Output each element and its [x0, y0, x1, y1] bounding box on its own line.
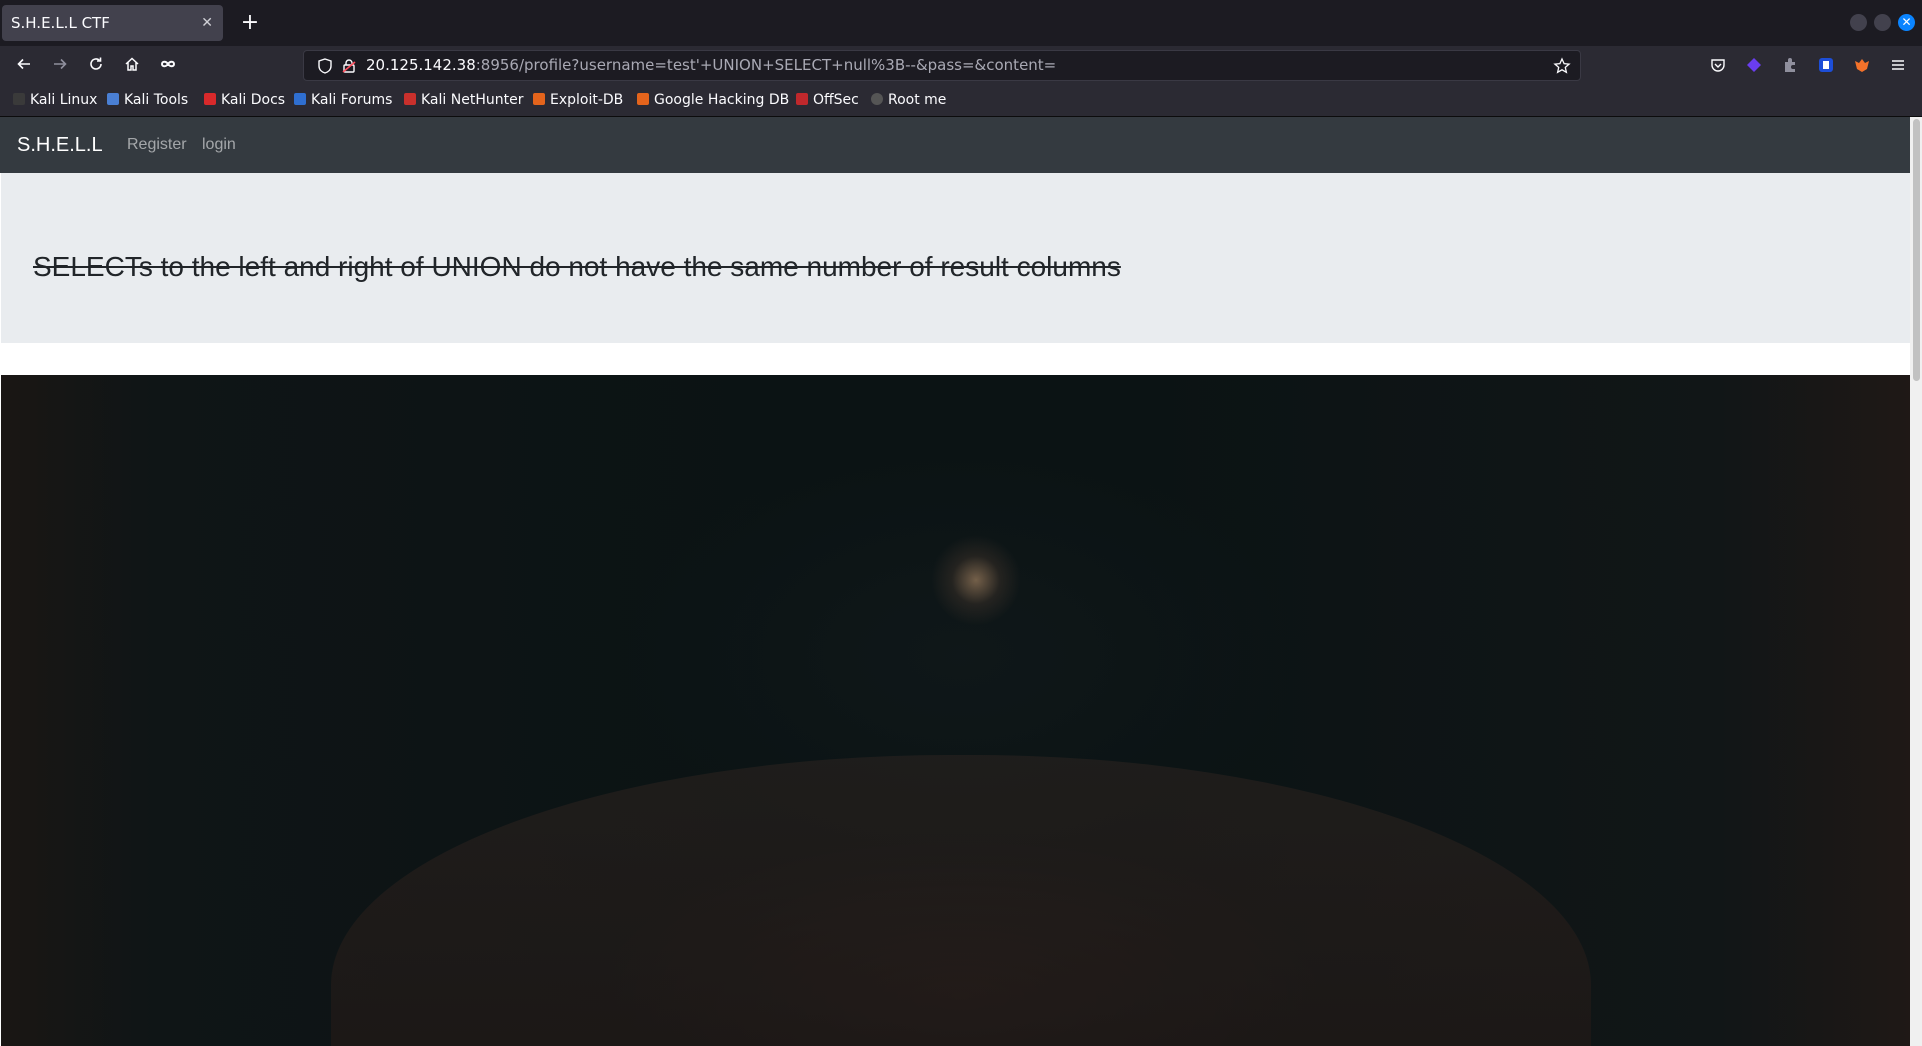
site-navbar: S.H.E.L.L Register login: [0, 117, 1910, 173]
login-link[interactable]: login: [202, 117, 236, 173]
browser-tab-strip: S.H.E.L.L CTF ✕ + ✕: [0, 0, 1922, 46]
google-hacking-db-icon: [637, 93, 649, 105]
bookmark-label: Kali Tools: [124, 92, 189, 108]
bookmark-kali-docs[interactable]: Kali Docs: [204, 84, 285, 116]
offsec-icon: [796, 93, 808, 105]
hamburger-menu-icon[interactable]: [1889, 56, 1907, 74]
back-arrow-icon: [17, 58, 30, 70]
bookmark-label: Root me: [888, 92, 947, 108]
close-window-button[interactable]: ✕: [1898, 14, 1915, 31]
browser-navigation-bar: 20.125.142.38:8956/profile?username=test…: [0, 46, 1922, 84]
browser-tab[interactable]: S.H.E.L.L CTF ✕: [2, 5, 223, 41]
bookmark-kali-linux[interactable]: Kali Linux: [13, 84, 97, 116]
extension-blue-icon[interactable]: [1817, 56, 1835, 74]
extension-fox-icon[interactable]: [1853, 56, 1871, 74]
url-text[interactable]: 20.125.142.38:8956/profile?username=test…: [366, 51, 1056, 80]
hero-door-shape: [331, 755, 1591, 1046]
url-bar[interactable]: 20.125.142.38:8956/profile?username=test…: [303, 50, 1581, 81]
bookmark-star-icon[interactable]: [1553, 57, 1571, 75]
kali-docs-icon: [204, 93, 216, 105]
bookmark-offsec[interactable]: OffSec: [796, 84, 859, 116]
root-me-icon: [871, 93, 883, 105]
back-button[interactable]: [10, 51, 38, 79]
url-path: :8956/profile?username=test'+UNION+SELEC…: [475, 56, 1057, 74]
scrollbar-thumb[interactable]: [1913, 119, 1920, 381]
bookmark-kali-nethunter[interactable]: Kali NetHunter: [404, 84, 523, 116]
kali-tools-icon: [107, 93, 119, 105]
url-host: 20.125.142.38: [366, 56, 476, 74]
bookmark-label: Kali NetHunter: [421, 92, 524, 108]
bookmark-kali-tools[interactable]: Kali Tools: [107, 84, 188, 116]
bookmark-kali-forums[interactable]: Kali Forums: [294, 84, 392, 116]
page-viewport: S.H.E.L.L Register login SELECTs to the …: [0, 117, 1910, 1046]
bookmark-google-hacking-db[interactable]: Google Hacking DB: [637, 84, 789, 116]
jumbotron: SELECTs to the left and right of UNION d…: [1, 173, 1910, 343]
forward-button[interactable]: [46, 51, 74, 79]
kali-nethunter-icon: [404, 93, 416, 105]
private-browsing-button[interactable]: [154, 51, 182, 79]
maximize-window-button[interactable]: [1874, 14, 1891, 31]
bookmarks-toolbar: Kali Linux Kali Tools Kali Docs Kali For…: [0, 84, 1922, 117]
kali-linux-icon: [13, 93, 25, 105]
bookmark-label: Kali Docs: [221, 92, 286, 108]
kali-forums-icon: [294, 93, 306, 105]
pocket-icon[interactable]: [1709, 56, 1727, 74]
extensions-puzzle-icon[interactable]: [1781, 56, 1799, 74]
bookmark-root-me[interactable]: Root me: [871, 84, 946, 116]
minimize-window-button[interactable]: [1850, 14, 1867, 31]
bookmark-label: Exploit-DB: [550, 92, 624, 108]
bookmark-label: OffSec: [813, 92, 859, 108]
forward-arrow-icon: [54, 58, 67, 70]
extension-purple-icon[interactable]: [1745, 56, 1763, 74]
insecure-lock-icon[interactable]: [340, 57, 358, 75]
tab-close-icon[interactable]: ✕: [201, 5, 213, 41]
reload-icon: [90, 57, 102, 70]
sql-error-message: SELECTs to the left and right of UNION d…: [33, 251, 1121, 282]
bookmark-label: Kali Linux: [30, 92, 98, 108]
new-tab-button[interactable]: +: [236, 9, 264, 37]
page-scrollbar[interactable]: [1910, 117, 1922, 1046]
site-brand-link[interactable]: S.H.E.L.L: [17, 117, 103, 173]
bookmark-label: Google Hacking DB: [654, 92, 790, 108]
tab-title: S.H.E.L.L CTF: [11, 14, 110, 32]
exploit-db-icon: [533, 93, 545, 105]
reload-button[interactable]: [82, 51, 110, 79]
infinity-icon: [160, 60, 176, 68]
bookmark-exploit-db[interactable]: Exploit-DB: [533, 84, 623, 116]
tracking-protection-shield-icon[interactable]: [316, 57, 334, 75]
home-button[interactable]: [118, 51, 146, 79]
bookmark-label: Kali Forums: [311, 92, 393, 108]
register-link[interactable]: Register: [127, 117, 187, 173]
home-icon: [125, 57, 139, 71]
hero-background-image: [1, 375, 1910, 1046]
